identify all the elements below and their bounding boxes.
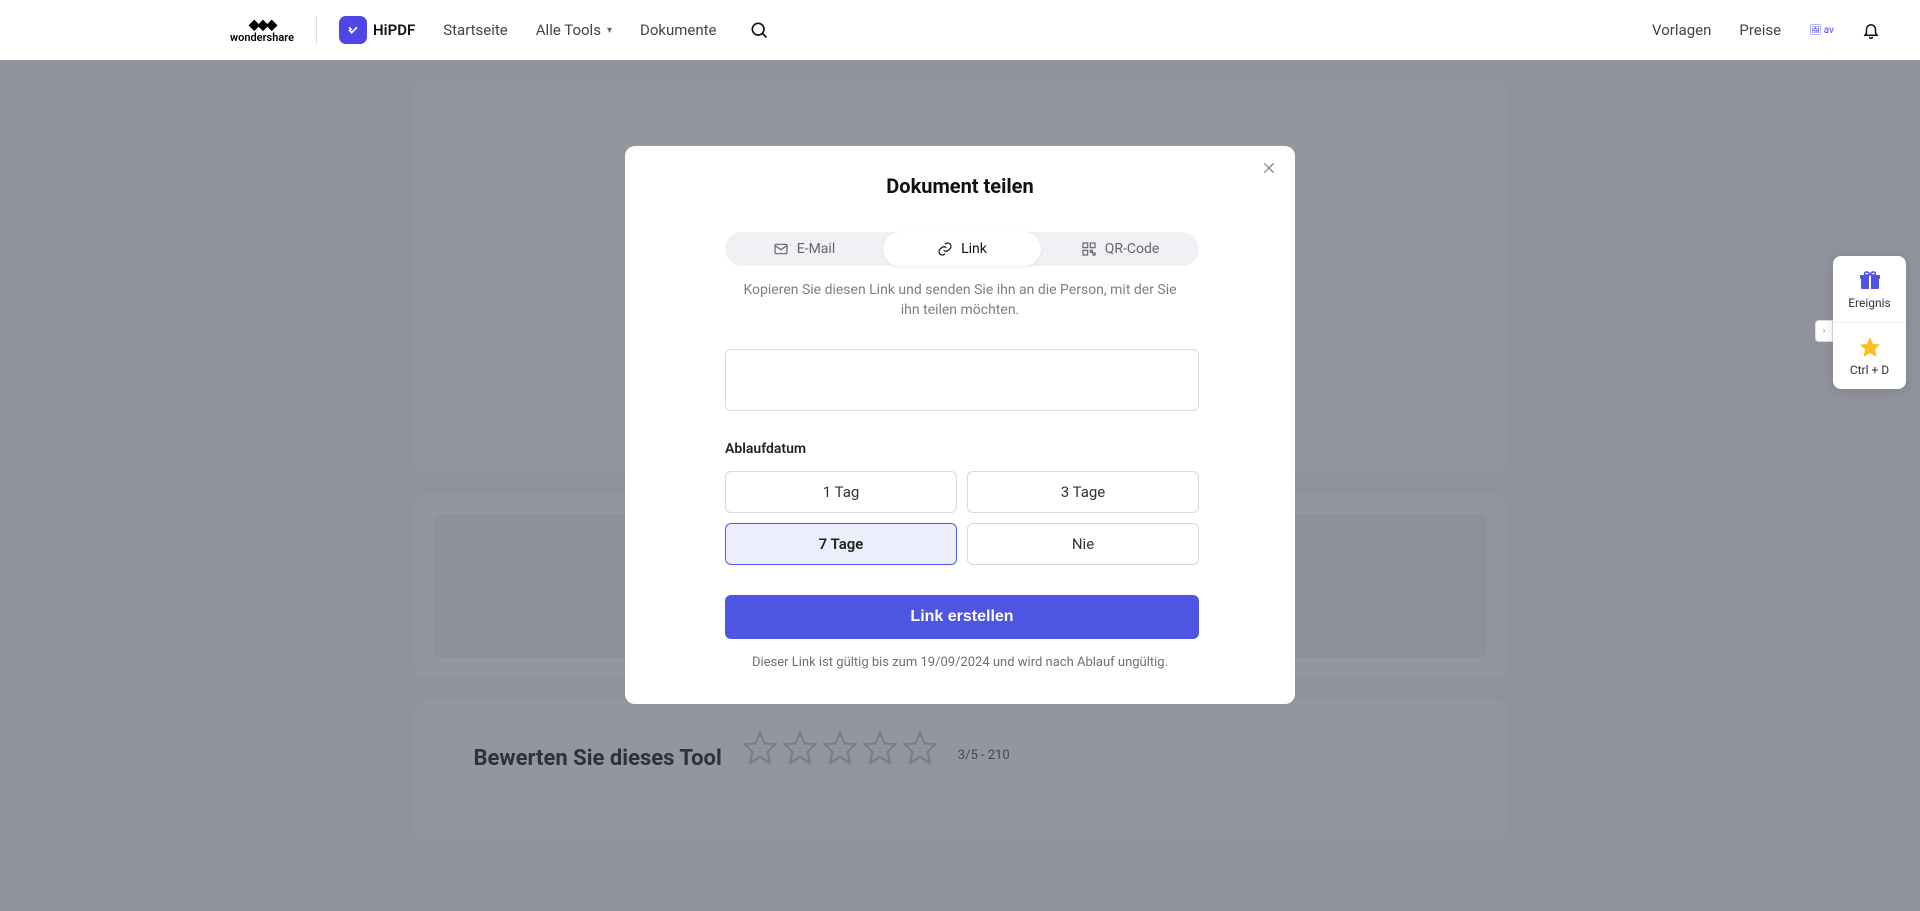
chevron-right-icon: ›	[1823, 326, 1826, 336]
share-tabs: E-Mail Link QR-Code	[725, 232, 1199, 266]
create-link-button[interactable]: Link erstellen	[725, 595, 1199, 639]
avatar[interactable]: av	[1809, 25, 1834, 36]
hipdf-logo-icon	[339, 16, 367, 44]
expiry-1-day[interactable]: 1 Tag	[725, 471, 957, 513]
qrcode-icon	[1081, 241, 1097, 257]
hipdf-text: HiPDF	[373, 21, 415, 39]
main-nav: Startseite Alle Tools ▾ Dokumente	[443, 20, 768, 40]
notifications-button[interactable]	[1862, 21, 1880, 39]
bell-icon	[1862, 21, 1880, 39]
header: ◆◆◆ wondershare HiPDF Startseite Alle To…	[0, 0, 1920, 60]
search-icon	[749, 20, 769, 40]
expiry-3-days[interactable]: 3 Tage	[967, 471, 1199, 513]
mail-icon	[773, 241, 789, 257]
wondershare-logo[interactable]: ◆◆◆ wondershare	[230, 17, 294, 44]
close-icon	[1261, 160, 1277, 176]
tab-description: Kopieren Sie diesen Link und senden Sie …	[740, 280, 1180, 321]
search-button[interactable]	[749, 20, 769, 40]
star-icon	[1858, 335, 1882, 359]
expiry-options: 1 Tag 3 Tage 7 Tage Nie	[725, 471, 1199, 565]
side-bookmark-label: Ctrl + D	[1850, 363, 1889, 377]
nav-pricing[interactable]: Preise	[1739, 21, 1781, 39]
close-button[interactable]	[1261, 160, 1277, 180]
nav-home[interactable]: Startseite	[443, 21, 508, 39]
tab-link[interactable]: Link	[883, 232, 1041, 266]
nav-documents[interactable]: Dokumente	[640, 21, 717, 39]
tab-email-label: E-Mail	[797, 241, 835, 257]
share-link-field[interactable]	[725, 349, 1199, 411]
tab-email[interactable]: E-Mail	[725, 232, 883, 266]
nav-all-tools-label: Alle Tools	[536, 21, 601, 39]
nav-all-tools[interactable]: Alle Tools ▾	[536, 21, 612, 39]
brand-group: ◆◆◆ wondershare HiPDF	[230, 16, 415, 44]
nav-templates[interactable]: Vorlagen	[1652, 21, 1711, 39]
validity-note: Dieser Link ist gültig bis zum 19/09/202…	[725, 655, 1195, 670]
link-icon	[937, 241, 953, 257]
vertical-divider	[316, 16, 317, 44]
side-event[interactable]: Ereignis	[1833, 256, 1906, 323]
wondershare-text: wondershare	[230, 31, 294, 44]
gift-icon	[1858, 268, 1882, 292]
modal-title: Dokument teilen	[725, 174, 1195, 198]
side-event-label: Ereignis	[1848, 296, 1891, 310]
expiry-7-days[interactable]: 7 Tage	[725, 523, 957, 565]
modal-overlay[interactable]: Dokument teilen E-Mail Link QR-Code Kopi…	[0, 60, 1920, 911]
hipdf-logo[interactable]: HiPDF	[339, 16, 415, 44]
expiry-label: Ablaufdatum	[725, 441, 1199, 457]
header-right: Vorlagen Preise av	[1652, 21, 1880, 39]
chevron-down-icon: ▾	[607, 25, 612, 36]
tab-link-label: Link	[961, 241, 987, 257]
share-modal: Dokument teilen E-Mail Link QR-Code Kopi…	[625, 146, 1295, 704]
side-panel: Ereignis Ctrl + D	[1833, 256, 1906, 389]
side-bookmark[interactable]: Ctrl + D	[1833, 323, 1906, 389]
side-panel-collapse[interactable]: ›	[1815, 320, 1833, 342]
tab-qrcode-label: QR-Code	[1105, 241, 1160, 257]
expiry-never[interactable]: Nie	[967, 523, 1199, 565]
tab-qrcode[interactable]: QR-Code	[1041, 232, 1199, 266]
